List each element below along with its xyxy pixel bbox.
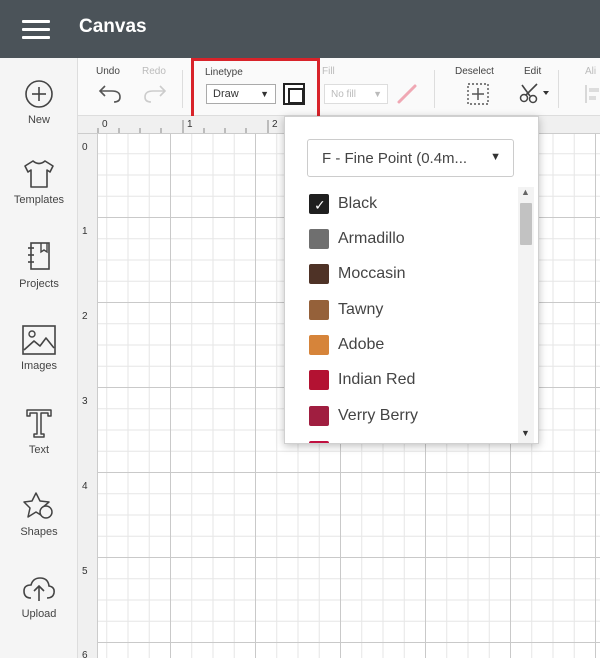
color-name: Moccasin <box>338 265 406 282</box>
color-swatch <box>309 406 329 426</box>
fill-label: Fill <box>322 66 335 77</box>
ruler-label: 6 <box>82 650 88 658</box>
sidebar-item-label: Projects <box>19 278 59 290</box>
toolbar-divider <box>558 70 559 108</box>
color-name: Verry Berry <box>338 407 419 424</box>
linetype-value: Draw <box>213 88 239 100</box>
linetype-label: Linetype <box>205 67 243 78</box>
sidebar-item-shapes[interactable]: Shapes <box>0 490 78 538</box>
undo-icon[interactable] <box>97 82 123 104</box>
ruler-label: 5 <box>82 566 88 577</box>
ruler-label: 0 <box>82 142 88 153</box>
sidebar-item-label: Text <box>28 444 50 456</box>
app-title: Canvas <box>79 16 147 37</box>
color-option-verry-berry[interactable]: Verry Berry <box>307 399 517 434</box>
sidebar-item-upload[interactable]: Upload <box>0 574 78 620</box>
scroll-up-icon[interactable]: ▲ <box>521 187 530 197</box>
color-option-armadillo[interactable]: Armadillo <box>307 222 517 257</box>
plus-circle-icon <box>25 80 53 108</box>
image-icon <box>22 325 56 355</box>
pen-color-dropdown: F - Fine Point (0.4m... ▼ ✓ Black Armadi… <box>284 116 539 444</box>
color-option-indian-red[interactable]: Indian Red <box>307 363 517 398</box>
undo-label: Undo <box>96 66 120 77</box>
app-header: Canvas <box>0 0 600 58</box>
chevron-down-icon: ▼ <box>490 151 501 163</box>
fill-value: No fill <box>331 89 357 100</box>
scroll-thumb[interactable] <box>520 203 532 245</box>
tshirt-icon <box>24 160 54 188</box>
ruler-label: 1 <box>82 226 88 237</box>
ruler-label: 1 <box>187 119 193 130</box>
cloud-upload-icon <box>23 577 55 601</box>
pen-type-select[interactable]: F - Fine Point (0.4m... ▼ <box>307 139 514 177</box>
hamburger-menu-icon[interactable] <box>22 20 50 40</box>
color-swatch: ✓ <box>309 194 329 214</box>
sidebar-item-images[interactable]: Images <box>0 324 78 372</box>
color-swatch <box>309 229 329 249</box>
edit-label: Edit <box>524 66 542 77</box>
scroll-down-icon[interactable]: ▼ <box>521 428 530 438</box>
left-sidebar: New Templates Projects Images Text Shape… <box>0 58 78 658</box>
toolbar-divider <box>182 70 183 108</box>
checkmark-icon: ✓ <box>314 197 326 213</box>
ruler-label: 2 <box>272 119 278 130</box>
color-swatch <box>309 264 329 284</box>
color-swatch <box>309 370 329 390</box>
edit-scissors-icon[interactable] <box>518 82 552 104</box>
sidebar-item-label: Templates <box>13 194 65 206</box>
sidebar-item-label: New <box>27 114 50 126</box>
deselect-label: Deselect <box>455 66 494 77</box>
left-ruler: 0 1 2 3 4 5 6 <box>78 134 98 658</box>
color-option-partial[interactable] <box>307 434 517 443</box>
sidebar-item-templates[interactable]: Templates <box>0 158 78 206</box>
color-option-tawny[interactable]: Tawny <box>307 293 517 328</box>
redo-label: Redo <box>142 66 166 77</box>
text-t-icon <box>26 409 52 438</box>
fill-pencil-icon[interactable] <box>396 83 418 105</box>
ruler-label: 2 <box>82 311 88 322</box>
color-option-moccasin[interactable]: Moccasin <box>307 257 517 292</box>
notebook-icon <box>28 242 50 270</box>
deselect-icon[interactable] <box>466 82 490 106</box>
sidebar-item-new[interactable]: New <box>0 78 78 126</box>
color-option-black[interactable]: ✓ Black <box>307 187 517 222</box>
color-name: Black <box>338 195 378 212</box>
sidebar-item-label: Shapes <box>20 526 58 538</box>
align-label: Ali <box>585 66 597 77</box>
color-name: Armadillo <box>338 230 405 247</box>
chevron-down-icon: ▼ <box>373 89 382 99</box>
shapes-icon <box>23 492 53 519</box>
color-name: Indian Red <box>338 371 416 388</box>
color-list: ✓ Black Armadillo Moccasin Tawny Adobe I… <box>307 187 517 443</box>
edit-toolbar: Undo Redo Linetype Draw ▼ Fill No fill ▼… <box>78 58 600 116</box>
sidebar-item-label: Images <box>20 360 58 372</box>
toolbar-divider <box>434 70 435 108</box>
ruler-label: 3 <box>82 396 88 407</box>
linetype-select[interactable]: Draw ▼ <box>206 84 276 104</box>
fill-select[interactable]: No fill ▼ <box>324 84 388 104</box>
pen-type-value: F - Fine Point (0.4m... <box>322 150 468 167</box>
redo-icon[interactable] <box>142 82 168 104</box>
ruler-label: 4 <box>82 481 88 492</box>
color-swatch <box>309 300 329 320</box>
color-name: Adobe <box>338 336 385 353</box>
color-swatch <box>309 441 329 443</box>
color-list-scrollbar[interactable]: ▲ ▼ <box>518 187 534 443</box>
ruler-label: 0 <box>102 119 108 130</box>
chevron-down-icon: ▼ <box>260 89 269 99</box>
pen-color-button[interactable] <box>283 83 305 105</box>
sidebar-item-label: Upload <box>21 608 57 620</box>
color-name: Tawny <box>338 301 384 318</box>
sidebar-item-text[interactable]: Text <box>0 406 78 456</box>
color-option-adobe[interactable]: Adobe <box>307 328 517 363</box>
sidebar-item-projects[interactable]: Projects <box>0 240 78 290</box>
align-icon[interactable] <box>584 84 600 104</box>
color-swatch <box>309 335 329 355</box>
